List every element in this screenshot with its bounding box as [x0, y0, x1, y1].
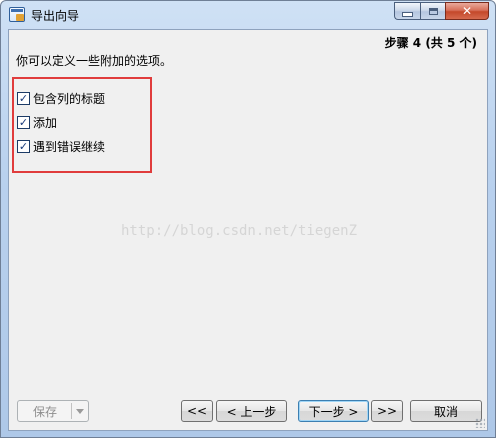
- save-split-button[interactable]: 保存: [17, 400, 89, 422]
- window-controls: ✕: [394, 2, 489, 21]
- option-include-column-titles[interactable]: ✓ 包含列的标题: [17, 90, 105, 107]
- maximize-icon: [428, 7, 438, 15]
- export-wizard-window: 导出向导 ✕ 步骤 4 (共 5 个) 你可以定义一些附加的选项。 ✓ 包含列的…: [0, 0, 496, 438]
- wizard-content: 步骤 4 (共 5 个) 你可以定义一些附加的选项。 ✓ 包含列的标题 ✓ 添加…: [8, 29, 488, 431]
- first-step-button[interactable]: <<: [181, 400, 213, 422]
- split-separator: [71, 403, 72, 419]
- previous-step-button[interactable]: < 上一步: [216, 400, 287, 422]
- close-icon: ✕: [461, 4, 473, 18]
- first-step-label: <<: [186, 404, 208, 418]
- step-indicator: 步骤 4 (共 5 个): [384, 36, 477, 50]
- option-label: 遇到错误继续: [33, 140, 106, 154]
- checkbox-include-column-titles[interactable]: ✓: [17, 92, 30, 105]
- wizard-app-icon: [9, 7, 25, 22]
- previous-step-label: < 上一步: [226, 404, 277, 419]
- cancel-label: 取消: [433, 404, 458, 419]
- next-step-button[interactable]: 下一步 >: [298, 400, 369, 422]
- cancel-button[interactable]: 取消: [410, 400, 482, 422]
- save-button-label: 保存: [33, 404, 58, 419]
- maximize-button[interactable]: [420, 2, 445, 20]
- option-label: 包含列的标题: [33, 92, 106, 106]
- last-step-button[interactable]: >>: [371, 400, 403, 422]
- chevron-down-icon[interactable]: [76, 409, 84, 414]
- option-label: 添加: [33, 116, 58, 130]
- close-button[interactable]: ✕: [445, 2, 489, 20]
- next-step-label: 下一步 >: [308, 404, 359, 419]
- window-title: 导出向导: [31, 9, 80, 23]
- title-bar[interactable]: 导出向导 ✕: [1, 1, 495, 29]
- minimize-button[interactable]: [394, 2, 420, 20]
- option-continue-on-error[interactable]: ✓ 遇到错误继续: [17, 138, 105, 155]
- options-highlight-box: ✓ 包含列的标题 ✓ 添加 ✓ 遇到错误继续: [12, 77, 152, 173]
- page-description: 你可以定义一些附加的选项。: [16, 54, 173, 68]
- checkbox-continue-on-error[interactable]: ✓: [17, 140, 30, 153]
- checkbox-append[interactable]: ✓: [17, 116, 30, 129]
- watermark-text: http://blog.csdn.net/tiegenZ: [121, 223, 358, 239]
- option-append[interactable]: ✓ 添加: [17, 114, 57, 131]
- minimize-icon: [402, 11, 413, 17]
- last-step-label: >>: [376, 404, 398, 418]
- resize-grip-icon[interactable]: [475, 418, 485, 428]
